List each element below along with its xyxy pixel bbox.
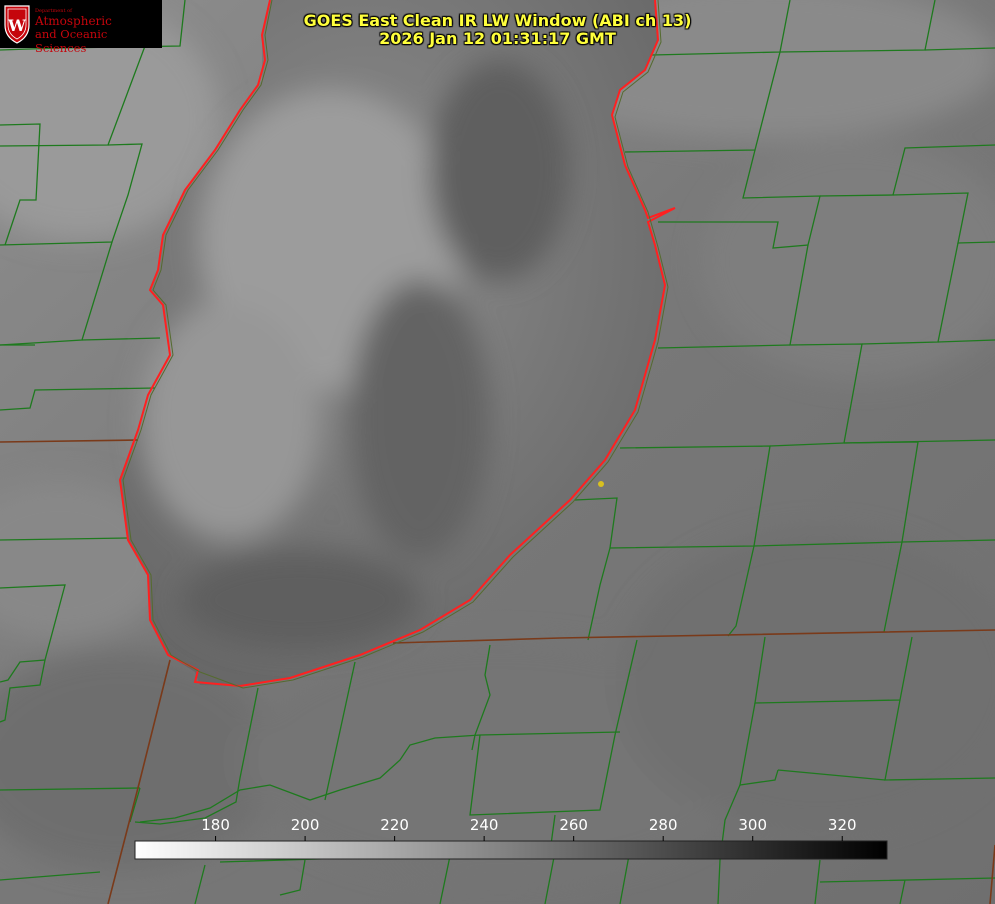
aos-logo: W Department of Atmospheric and Oceanic … bbox=[0, 0, 162, 55]
svg-text:W: W bbox=[7, 16, 27, 35]
logo-name-line1: Atmospheric bbox=[35, 14, 112, 28]
logo-name-line2: and Oceanic Sciences bbox=[35, 27, 108, 55]
uw-crest-icon: W bbox=[4, 5, 30, 44]
location-marker bbox=[598, 481, 604, 487]
satellite-map bbox=[0, 0, 995, 904]
